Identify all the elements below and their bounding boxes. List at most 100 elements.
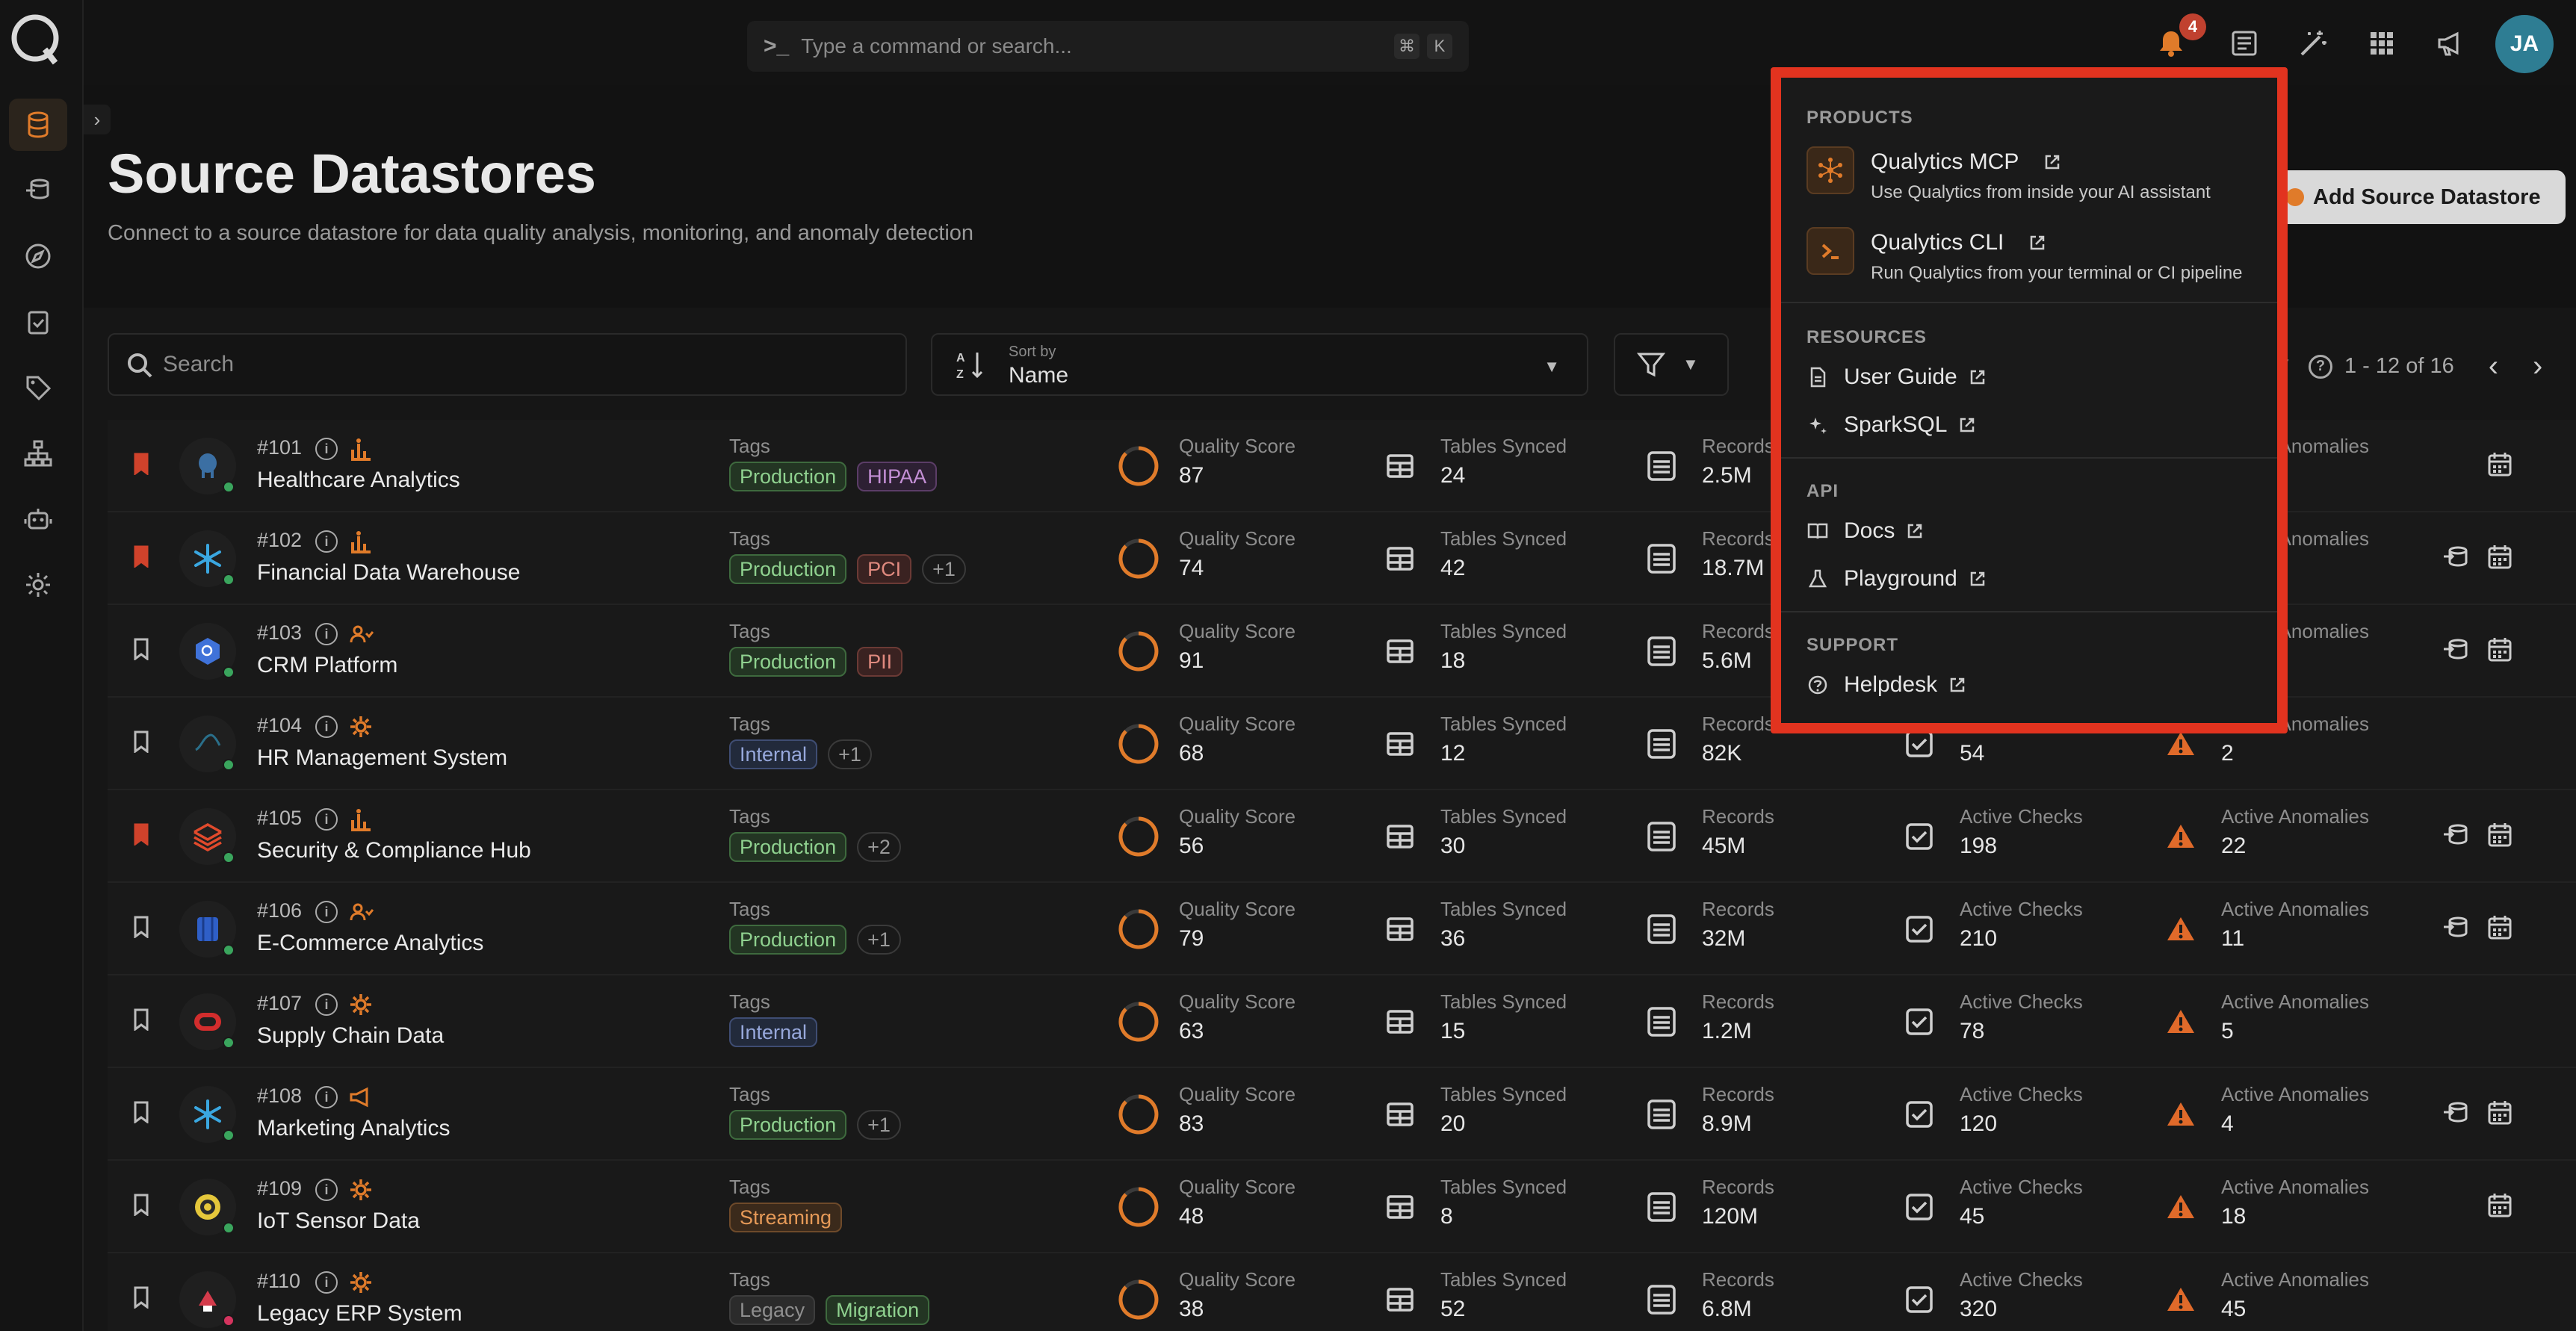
quality-ring-icon [1118,1002,1159,1042]
sort-select[interactable]: AZ Sort by Name ▼ [931,333,1588,396]
nav-enrichment[interactable] [9,164,67,217]
check-icon [1906,916,1933,943]
calendar-icon[interactable] [2485,820,2515,850]
datastore-name[interactable]: E-Commerce Analytics [257,931,483,956]
info-icon[interactable]: i [315,808,338,831]
datastore-id: #105 [257,807,303,829]
sparksql-link[interactable]: SparkSQL [1806,412,1975,438]
sync-icon[interactable] [2442,820,2471,850]
info-icon[interactable]: i [315,623,338,645]
nav-agents[interactable] [9,493,67,545]
add-button-label: Add Source Datastore [2313,184,2541,209]
calendar-icon[interactable] [2485,1098,2515,1128]
records-label: Records [1702,435,1774,457]
docs-link[interactable]: Docs [1806,518,1923,544]
external-link-icon [2031,235,2045,250]
info-icon[interactable]: i [315,901,338,923]
datastore-name[interactable]: Healthcare Analytics [257,468,460,493]
status-dot [223,481,235,493]
bookmark-icon[interactable] [133,1194,149,1216]
calendar-icon[interactable] [2485,1191,2515,1220]
qualytics-mcp-link[interactable]: Qualytics MCP [1871,149,2061,175]
sync-icon[interactable] [2442,542,2471,572]
info-icon[interactable]: i [315,1271,338,1294]
active-anomalies-value: 45 [2221,1297,2247,1321]
bookmark-icon[interactable] [133,1008,149,1031]
user-avatar[interactable]: JA [2495,15,2554,73]
calendar-icon[interactable] [2485,450,2515,480]
table-row[interactable]: #110 i Legacy ERP System Tags Legacy Migr… [108,1253,2576,1331]
apps-button[interactable] [2361,22,2403,64]
cmd-key: ⌘ [1394,34,1419,59]
filter-button[interactable]: ▼ [1614,333,1729,396]
datastore-id: #107 [257,992,303,1014]
info-icon[interactable]: i [315,1086,338,1108]
theme-button[interactable] [2292,22,2334,64]
sync-icon[interactable] [2442,1098,2471,1128]
sync-icon[interactable] [2442,913,2471,943]
bookmark-icon[interactable] [133,545,149,568]
bookmark-icon[interactable] [133,823,149,846]
bookmark-icon[interactable] [133,453,149,475]
sync-icon[interactable] [2442,635,2471,665]
datastore-name[interactable]: HR Management System [257,745,507,771]
table-row[interactable]: #107 i Supply Chain Data Tags Internal Q… [108,975,2576,1068]
datastore-name[interactable]: Marketing Analytics [257,1116,450,1141]
bookmark-icon[interactable] [133,638,149,660]
datastore-name[interactable]: Supply Chain Data [257,1023,444,1049]
active-anomalies-value: 18 [2221,1204,2247,1229]
calendar-icon[interactable] [2485,542,2515,572]
status-dot [223,944,235,956]
terminal-prompt-icon: >_ [764,34,790,58]
playground-link[interactable]: Playground [1806,566,1986,592]
status-dot [223,1222,235,1234]
stack-icon [26,179,49,199]
add-source-datastore-button[interactable]: Add Source Datastore [2271,170,2566,224]
active-anomalies-icon-wrap [2158,1277,2203,1322]
bookmark-icon[interactable] [133,916,149,938]
info-icon[interactable]: i [315,438,338,460]
qualytics-logo[interactable] [7,10,63,66]
command-search[interactable]: >_ Type a command or search... ⌘ K [747,21,1469,72]
bookmark-icon[interactable] [133,1286,149,1309]
next-page-button[interactable]: › [2533,350,2542,383]
calendar-icon[interactable] [2485,913,2515,943]
bookmark-icon[interactable] [133,730,149,753]
info-icon[interactable]: i [315,530,338,553]
nav-settings[interactable] [9,559,67,611]
nav-flows[interactable] [9,427,67,480]
tag: Legacy [729,1295,816,1325]
quality-ring-icon [1118,539,1159,579]
helpdesk-link[interactable]: Helpdesk [1806,672,1966,698]
warning-icon [2167,1195,2194,1218]
datastore-name[interactable]: Security & Compliance Hub [257,838,531,863]
announcements-button[interactable] [2430,22,2471,64]
datastore-name[interactable]: CRM Platform [257,653,397,678]
info-icon[interactable]: i [315,1179,338,1201]
help-icon[interactable]: ? [2309,354,2332,379]
expand-sidebar-button[interactable]: › [84,105,111,134]
table-row[interactable]: #105 i Security & Compliance Hub Tags Pr… [108,790,2576,883]
release-notes-button[interactable] [2223,22,2265,64]
info-icon[interactable]: i [315,993,338,1016]
datastore-name[interactable]: Financial Data Warehouse [257,560,520,586]
table-row[interactable]: #109 i IoT Sensor Data Tags Streaming Qu… [108,1161,2576,1253]
bookmark-icon[interactable] [133,1101,149,1123]
check-icon [1906,1101,1933,1128]
prev-page-button[interactable]: ‹ [2489,350,2498,383]
search-input[interactable]: Search [108,333,907,396]
qualytics-cli-link[interactable]: Qualytics CLI [1871,230,2046,255]
table-row[interactable]: #106 i E-Commerce Analytics Tags Product… [108,883,2576,975]
active-anomalies-icon-wrap [2158,1092,2203,1137]
user-guide-link[interactable]: User Guide [1806,364,1986,390]
nav-checks[interactable] [9,296,67,348]
table-row[interactable]: #108 i Marketing Analytics Tags Producti… [108,1068,2576,1161]
nav-datastores[interactable] [9,99,67,151]
info-icon[interactable]: i [315,716,338,738]
nav-explore[interactable] [9,230,67,282]
nav-tags[interactable] [9,362,67,414]
calendar-icon[interactable] [2485,635,2515,665]
support-section-title: SUPPORT [1806,635,1899,655]
datastore-name[interactable]: IoT Sensor Data [257,1209,420,1234]
datastore-name[interactable]: Legacy ERP System [257,1301,462,1327]
